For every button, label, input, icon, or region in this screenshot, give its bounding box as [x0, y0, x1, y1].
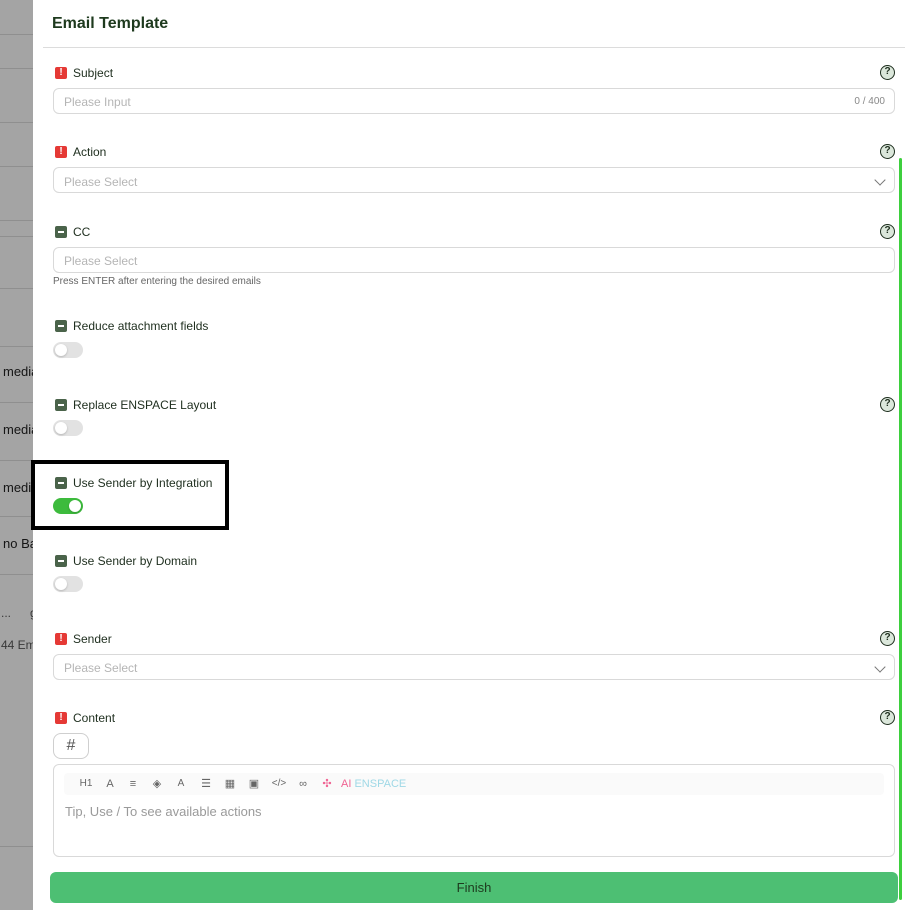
- subject-char-counter: 0 / 400: [854, 96, 885, 107]
- content-label: Content: [73, 711, 116, 725]
- reduce-attachment-label-row: Reduce attachment fields: [53, 319, 895, 336]
- drawer-header: Email Template: [43, 0, 905, 48]
- toggle-knob: [55, 578, 67, 590]
- fill-color-icon[interactable]: ◈: [150, 777, 164, 791]
- image-icon[interactable]: ▣: [247, 777, 261, 791]
- optional-icon: [55, 399, 67, 411]
- help-icon[interactable]: ?: [880, 631, 895, 646]
- ai-prefix-text: AI: [341, 778, 352, 790]
- content-label-row: ! Content ?: [53, 710, 895, 728]
- optional-icon: [55, 320, 67, 332]
- replace-layout-label: Replace ENSPACE Layout: [73, 398, 217, 412]
- sender-label-row: ! Sender ?: [53, 631, 895, 649]
- ai-enspace-button[interactable]: AI ENSPACE: [341, 777, 406, 791]
- required-icon: !: [55, 712, 67, 724]
- required-icon: !: [55, 67, 67, 79]
- list-icon[interactable]: ☰: [199, 777, 213, 791]
- sender-domain-label-row: Use Sender by Domain: [53, 554, 895, 571]
- sender-label: Sender: [73, 632, 112, 646]
- sender-placeholder: Please Select: [64, 661, 138, 675]
- reduce-attachment-toggle[interactable]: [53, 342, 83, 358]
- finish-button[interactable]: Finish: [50, 872, 898, 903]
- help-icon[interactable]: ?: [880, 65, 895, 80]
- scrollbar[interactable]: [899, 158, 902, 900]
- action-label: Action: [73, 145, 107, 159]
- sparkle-icon[interactable]: ✣: [320, 777, 334, 791]
- insert-variable-button[interactable]: #: [53, 733, 89, 759]
- help-icon[interactable]: ?: [880, 710, 895, 725]
- action-placeholder: Please Select: [64, 175, 138, 189]
- code-icon[interactable]: </>: [270, 777, 288, 791]
- subject-label: Subject: [73, 66, 114, 80]
- subject-input[interactable]: Please Input 0 / 400: [53, 88, 895, 114]
- annotation-highlight-box: [31, 460, 229, 530]
- sender-domain-toggle[interactable]: [53, 576, 83, 592]
- font-size-button[interactable]: A: [175, 777, 187, 791]
- required-icon: !: [55, 633, 67, 645]
- reduce-attachment-label: Reduce attachment fields: [73, 319, 209, 333]
- cc-select[interactable]: Please Select: [53, 247, 895, 273]
- help-icon[interactable]: ?: [880, 224, 895, 239]
- cc-placeholder: Please Select: [64, 254, 138, 268]
- replace-layout-toggle[interactable]: [53, 420, 83, 436]
- sender-domain-label: Use Sender by Domain: [73, 554, 198, 568]
- align-icon[interactable]: ≡: [126, 777, 140, 791]
- chevron-down-icon: [874, 174, 886, 186]
- modal-backdrop[interactable]: [0, 0, 33, 910]
- chevron-down-icon: [874, 661, 886, 673]
- email-template-drawer: Email Template ! Subject ? Please Input …: [33, 0, 905, 910]
- cc-label: CC: [73, 225, 91, 239]
- optional-icon: [55, 555, 67, 567]
- cc-hint: Press ENTER after entering the desired e…: [53, 276, 261, 287]
- link-icon[interactable]: ∞: [296, 777, 310, 791]
- font-color-button[interactable]: A: [104, 777, 116, 791]
- toggle-knob: [55, 344, 67, 356]
- subject-placeholder: Please Input: [64, 95, 131, 109]
- action-select[interactable]: Please Select: [53, 167, 895, 193]
- help-icon[interactable]: ?: [880, 144, 895, 159]
- sender-select[interactable]: Please Select: [53, 654, 895, 680]
- cc-label-row: CC ?: [53, 224, 895, 242]
- replace-layout-label-row: Replace ENSPACE Layout ?: [53, 397, 895, 415]
- table-icon[interactable]: ▦: [223, 777, 237, 791]
- required-icon: !: [55, 146, 67, 158]
- editor-toolbar: H1 A ≡ ◈ A ☰ ▦ ▣ </> ∞ ✣ AI ENSPACE: [64, 773, 884, 795]
- heading-button[interactable]: H1: [78, 777, 94, 791]
- subject-label-row: ! Subject ?: [53, 65, 895, 83]
- drawer-title: Email Template: [52, 15, 169, 32]
- editor-placeholder: Tip, Use / To see available actions: [65, 804, 262, 819]
- toggle-knob: [55, 422, 67, 434]
- action-label-row: ! Action ?: [53, 144, 895, 162]
- ai-brand-text: ENSPACE: [354, 778, 407, 790]
- content-editor[interactable]: H1 A ≡ ◈ A ☰ ▦ ▣ </> ∞ ✣ AI ENSPACE Tip,…: [53, 764, 895, 857]
- help-icon[interactable]: ?: [880, 397, 895, 412]
- optional-icon: [55, 226, 67, 238]
